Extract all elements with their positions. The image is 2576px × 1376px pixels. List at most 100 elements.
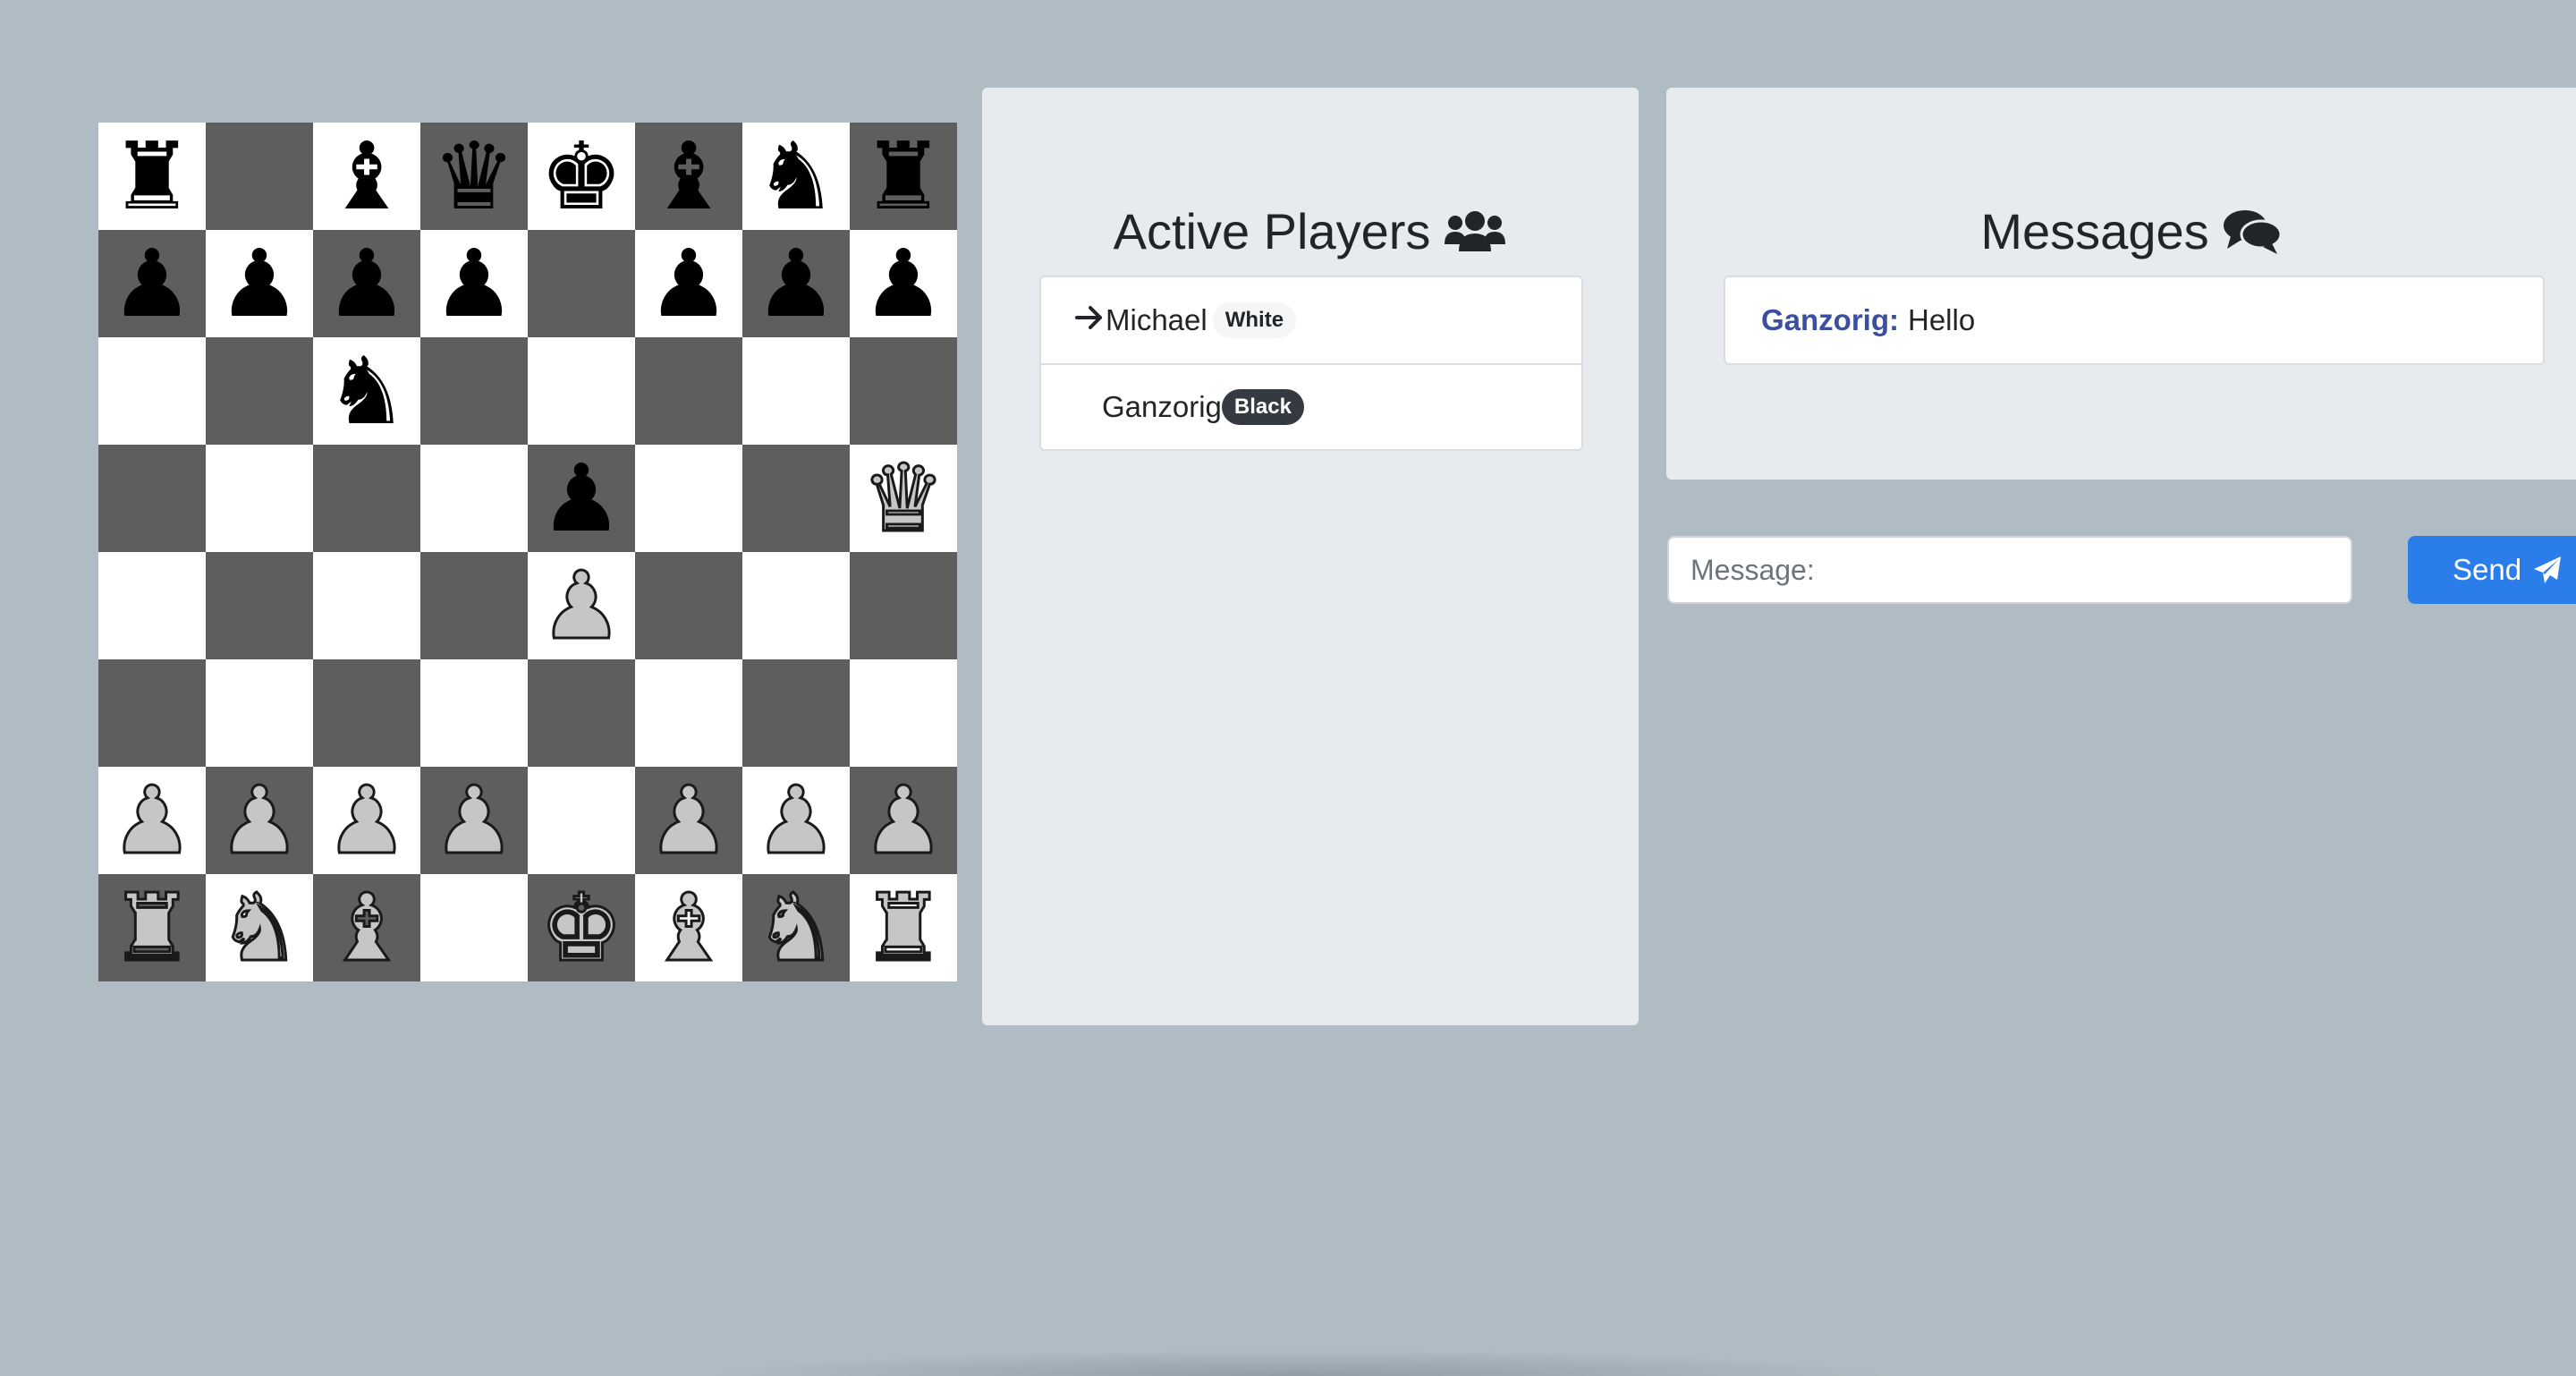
player-row-michael[interactable]: Michael White [1041,277,1581,363]
player-row-ganzorig[interactable]: Ganzorig Black [1041,363,1581,449]
white-pawn-piece[interactable]: ♟ [753,773,839,869]
square-g6[interactable] [742,337,850,445]
black-rook-piece[interactable]: ♜ [861,130,945,223]
square-c3[interactable] [313,659,420,767]
white-knight-piece[interactable]: ♞ [216,880,302,976]
black-pawn-piece[interactable]: ♟ [539,452,623,545]
square-a3[interactable] [98,659,206,767]
black-pawn-piece[interactable]: ♟ [647,237,730,330]
black-rook-piece[interactable]: ♜ [110,130,193,223]
square-b5[interactable] [206,445,313,552]
square-d4[interactable] [420,552,528,659]
square-c4[interactable] [313,552,420,659]
white-pawn-piece[interactable]: ♟ [860,773,946,869]
square-d1[interactable] [420,874,528,981]
square-c5[interactable] [313,445,420,552]
square-e3[interactable] [528,659,635,767]
square-b6[interactable] [206,337,313,445]
square-c7[interactable]: ♟ [313,230,420,337]
square-b1[interactable]: ♞ [206,874,313,981]
square-a5[interactable] [98,445,206,552]
square-g1[interactable]: ♞ [742,874,850,981]
send-button[interactable]: Send [2408,536,2576,604]
square-d5[interactable] [420,445,528,552]
square-g8[interactable]: ♞ [742,123,850,230]
white-king-piece[interactable]: ♚ [538,880,624,976]
white-pawn-piece[interactable]: ♟ [109,773,195,869]
square-e7[interactable] [528,230,635,337]
square-f3[interactable] [635,659,742,767]
black-queen-piece[interactable]: ♛ [432,130,515,223]
square-f1[interactable]: ♝ [635,874,742,981]
square-h7[interactable]: ♟ [850,230,957,337]
chess-board[interactable]: ♜ ♝ ♛ ♚ ♝ ♞ ♜ ♟ ♟ ♟ ♟ ♟ ♟ ♟ ♞ ♟ ♛ ♟ ♟ ♟ ♟ ♟ ♟ ♟ ♟ ♜ ♞ ♝ ♚ ♝ ♞ ♜ [98,123,957,981]
square-g7[interactable]: ♟ [742,230,850,337]
square-f7[interactable]: ♟ [635,230,742,337]
white-pawn-piece[interactable]: ♟ [538,558,624,654]
white-knight-piece[interactable]: ♞ [753,880,839,976]
black-pawn-piece[interactable]: ♟ [325,237,408,330]
white-bishop-piece[interactable]: ♝ [324,880,410,976]
square-a2[interactable]: ♟ [98,767,206,874]
square-a8[interactable]: ♜ [98,123,206,230]
square-h2[interactable]: ♟ [850,767,957,874]
square-d7[interactable]: ♟ [420,230,528,337]
square-e4[interactable]: ♟ [528,552,635,659]
black-pawn-piece[interactable]: ♟ [432,237,515,330]
square-g5[interactable] [742,445,850,552]
black-pawn-piece[interactable]: ♟ [217,237,301,330]
square-e5[interactable]: ♟ [528,445,635,552]
square-a7[interactable]: ♟ [98,230,206,337]
square-h3[interactable] [850,659,957,767]
black-bishop-piece[interactable]: ♝ [325,130,408,223]
black-pawn-piece[interactable]: ♟ [754,237,837,330]
square-f8[interactable]: ♝ [635,123,742,230]
square-a1[interactable]: ♜ [98,874,206,981]
square-f2[interactable]: ♟ [635,767,742,874]
square-b3[interactable] [206,659,313,767]
square-h8[interactable]: ♜ [850,123,957,230]
square-h5[interactable]: ♛ [850,445,957,552]
white-rook-piece[interactable]: ♜ [860,880,946,976]
square-h1[interactable]: ♜ [850,874,957,981]
white-pawn-piece[interactable]: ♟ [216,773,302,869]
square-d6[interactable] [420,337,528,445]
square-d3[interactable] [420,659,528,767]
square-c2[interactable]: ♟ [313,767,420,874]
square-c8[interactable]: ♝ [313,123,420,230]
square-g4[interactable] [742,552,850,659]
square-b7[interactable]: ♟ [206,230,313,337]
white-bishop-piece[interactable]: ♝ [646,880,732,976]
message-input[interactable] [1667,536,2352,604]
black-king-piece[interactable]: ♚ [539,130,623,223]
white-rook-piece[interactable]: ♜ [109,880,195,976]
square-c6[interactable]: ♞ [313,337,420,445]
square-b2[interactable]: ♟ [206,767,313,874]
black-knight-piece[interactable]: ♞ [325,344,408,437]
white-pawn-piece[interactable]: ♟ [431,773,517,869]
square-b8[interactable] [206,123,313,230]
square-h4[interactable] [850,552,957,659]
square-d2[interactable]: ♟ [420,767,528,874]
square-e2[interactable] [528,767,635,874]
white-pawn-piece[interactable]: ♟ [324,773,410,869]
square-e8[interactable]: ♚ [528,123,635,230]
square-a6[interactable] [98,337,206,445]
square-g3[interactable] [742,659,850,767]
square-f6[interactable] [635,337,742,445]
square-d8[interactable]: ♛ [420,123,528,230]
square-a4[interactable] [98,552,206,659]
square-c1[interactable]: ♝ [313,874,420,981]
white-pawn-piece[interactable]: ♟ [646,773,732,869]
black-bishop-piece[interactable]: ♝ [647,130,730,223]
square-e1[interactable]: ♚ [528,874,635,981]
square-e6[interactable] [528,337,635,445]
white-queen-piece[interactable]: ♛ [860,451,946,547]
black-pawn-piece[interactable]: ♟ [861,237,945,330]
square-b4[interactable] [206,552,313,659]
square-h6[interactable] [850,337,957,445]
square-f4[interactable] [635,552,742,659]
black-knight-piece[interactable]: ♞ [754,130,837,223]
square-g2[interactable]: ♟ [742,767,850,874]
square-f5[interactable] [635,445,742,552]
